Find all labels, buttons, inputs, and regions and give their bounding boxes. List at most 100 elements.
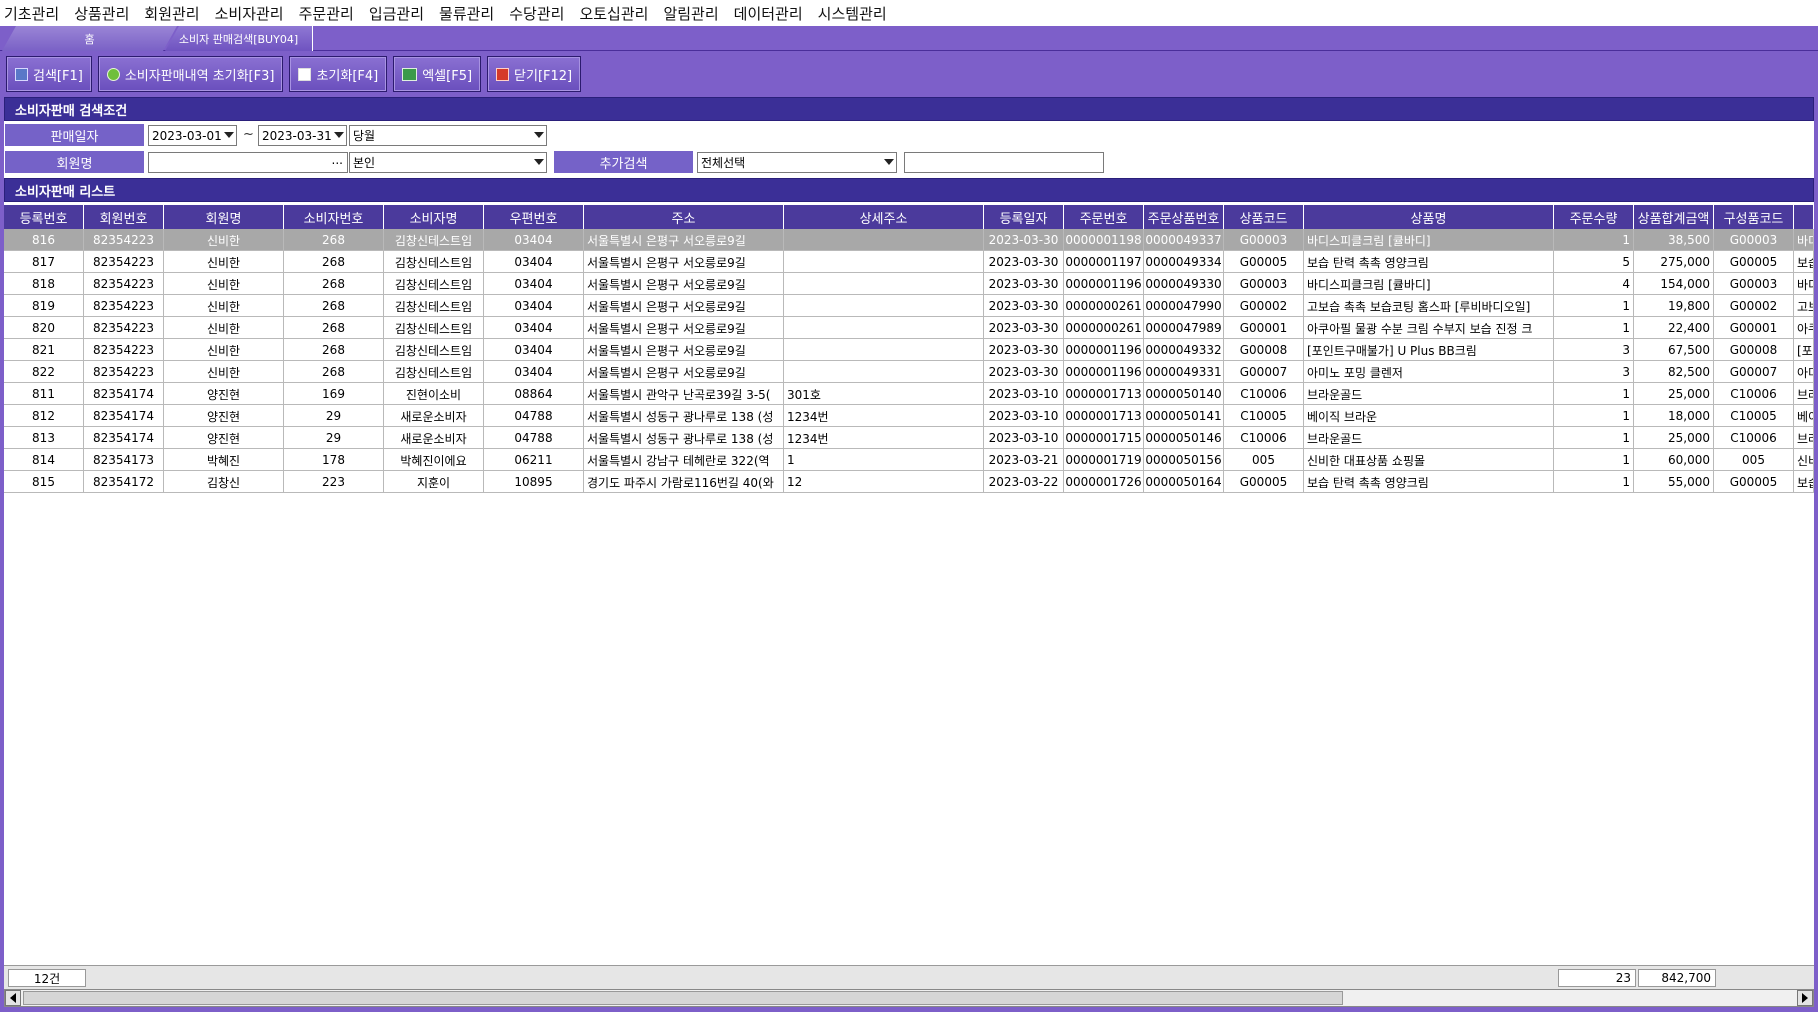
column-header[interactable]: 상품코드 <box>1224 205 1304 229</box>
table-row[interactable]: 819 82354223 신비한 268 김창신테스트임 03404 서울특별시 은평구 서… <box>4 295 1814 317</box>
table-cell: 신비한 <box>164 273 284 295</box>
column-header[interactable]: 주문상품번호 <box>1144 205 1224 229</box>
table-row[interactable]: 811 82354174 양진현 169 진현이소비 08864 서울특별시 관악구 난곡로… <box>4 383 1814 405</box>
close-button[interactable]: 닫기[F12] <box>487 56 582 92</box>
table-cell: 82354223 <box>84 317 164 339</box>
search-button[interactable]: 검색[F1] <box>6 56 92 92</box>
horizontal-scrollbar[interactable] <box>4 989 1814 1007</box>
menu-item[interactable]: 시스템관리 <box>818 3 887 24</box>
table-cell: 821 <box>4 339 84 361</box>
table-row[interactable]: 814 82354173 박혜진 178 박혜진이에요 06211 서울특별시 강남구 테헤… <box>4 449 1814 471</box>
column-header[interactable]: 등록일자 <box>984 205 1064 229</box>
table-cell <box>784 317 984 339</box>
chevron-down-icon[interactable] <box>334 132 344 138</box>
table-cell: G00008 <box>1714 339 1794 361</box>
table-cell: 82354223 <box>84 251 164 273</box>
column-header[interactable]: 주소 <box>584 205 784 229</box>
table-cell: 0000049334 <box>1144 251 1224 273</box>
column-header[interactable]: 구성품코드 <box>1714 205 1794 229</box>
column-header[interactable]: 소비자명 <box>384 205 484 229</box>
column-header[interactable]: 등록번호 <box>4 205 84 229</box>
menu-item[interactable]: 회원관리 <box>144 3 199 24</box>
column-header[interactable]: 우편번호 <box>484 205 584 229</box>
table-cell: 서울특별시 은평구 서오릉로9길 <box>584 317 784 339</box>
menu-item[interactable]: 수당관리 <box>509 3 564 24</box>
table-cell: 1 <box>1554 383 1634 405</box>
menu-item[interactable]: 기초관리 <box>4 3 59 24</box>
column-header[interactable]: 소비자번호 <box>284 205 384 229</box>
menu-bar: 기초관리 상품관리 회원관리 소비자관리 주문관리 입금관리 물류관리 수당관리 오토십관리 알림… <box>0 0 1818 26</box>
table-cell: 신비한 대표상품 쇼핑몰 <box>1304 449 1554 471</box>
frame-right-edge <box>1814 97 1818 1007</box>
table-cell: G00005 <box>1224 471 1304 493</box>
date-from-picker[interactable]: 2023-03-01 <box>148 125 237 146</box>
table-row[interactable]: 822 82354223 신비한 268 김창신테스트임 03404 서울특별시 은평구 서… <box>4 361 1814 383</box>
menu-item[interactable]: 입금관리 <box>369 3 424 24</box>
menu-item[interactable]: 데이터관리 <box>734 3 803 24</box>
table-cell <box>784 251 984 273</box>
menu-item[interactable]: 상품관리 <box>74 3 129 24</box>
scrollbar-thumb[interactable] <box>23 991 1343 1005</box>
table-row[interactable]: 816 82354223 신비한 268 김창신테스트임 03404 서울특별시 은평구 서… <box>4 229 1814 251</box>
table-cell: 서울특별시 은평구 서오릉로9길 <box>584 361 784 383</box>
menu-item[interactable]: 알림관리 <box>663 3 718 24</box>
table-row[interactable]: 820 82354223 신비한 268 김창신테스트임 03404 서울특별시 은평구 서… <box>4 317 1814 339</box>
chevron-down-icon[interactable] <box>884 159 894 165</box>
period-select[interactable]: 당월 <box>349 125 547 146</box>
table-cell <box>784 295 984 317</box>
extra-search-select[interactable]: 전체선택 <box>697 152 897 173</box>
scroll-right-button[interactable] <box>1797 990 1813 1006</box>
column-header[interactable]: 주문번호 <box>1064 205 1144 229</box>
table-cell: 815 <box>4 471 84 493</box>
column-header[interactable]: 상세주소 <box>784 205 984 229</box>
extra-search-input[interactable] <box>904 152 1104 173</box>
table-cell: 김창신 <box>164 471 284 493</box>
column-header[interactable]: 회원명 <box>164 205 284 229</box>
table-row[interactable]: 812 82354174 양진현 29 새로운소비자 04788 서울특별시 성동구 광나루… <box>4 405 1814 427</box>
column-header[interactable]: 상품명 <box>1304 205 1554 229</box>
table-cell: 0000049330 <box>1144 273 1224 295</box>
table-row[interactable]: 821 82354223 신비한 268 김창신테스트임 03404 서울특별시 은평구 서… <box>4 339 1814 361</box>
relation-select[interactable]: 본인 <box>349 152 547 173</box>
table-cell: 신비한 <box>164 295 284 317</box>
chevron-down-icon[interactable] <box>534 159 544 165</box>
menu-item[interactable]: 주문관리 <box>299 3 354 24</box>
table-cell: 새로운소비자 <box>384 405 484 427</box>
table-cell: 지훈이 <box>384 471 484 493</box>
table-cell: 보습 <box>1794 471 1814 493</box>
date-to-picker[interactable]: 2023-03-31 <box>258 125 347 146</box>
table-cell: G00002 <box>1224 295 1304 317</box>
column-header[interactable]: 회원번호 <box>84 205 164 229</box>
member-name-field[interactable]: ... <box>148 152 348 173</box>
table-cell: 2023-03-10 <box>984 427 1064 449</box>
menu-item[interactable]: 물류관리 <box>439 3 494 24</box>
table-cell: 82354173 <box>84 449 164 471</box>
chevron-down-icon[interactable] <box>224 132 234 138</box>
reset-button[interactable]: 초기화[F4] <box>289 56 388 92</box>
chevron-down-icon[interactable] <box>534 132 544 138</box>
excel-button[interactable]: 엑셀[F5] <box>393 56 482 92</box>
table-cell <box>784 361 984 383</box>
table-cell: C10006 <box>1714 427 1794 449</box>
table-cell: 82354223 <box>84 229 164 251</box>
column-header[interactable]: 주문수량 <box>1554 205 1634 229</box>
table-cell: 1 <box>784 449 984 471</box>
tab-consumer-sales-search[interactable]: 소비자 판매검색[BUY04] <box>165 26 313 51</box>
scroll-left-button[interactable] <box>5 990 21 1006</box>
member-lookup-button[interactable]: ... <box>332 153 343 167</box>
reset-sales-button[interactable]: 소비자판매내역 초기화[F3] <box>97 56 284 92</box>
search-button-label: 검색[F1] <box>33 68 83 84</box>
table-cell: 04788 <box>484 427 584 449</box>
table-row[interactable]: 813 82354174 양진현 29 새로운소비자 04788 서울특별시 성동구 광나루… <box>4 427 1814 449</box>
tab-home[interactable]: 홈 <box>2 26 177 51</box>
table-row[interactable]: 818 82354223 신비한 268 김창신테스트임 03404 서울특별시 은평구 서… <box>4 273 1814 295</box>
menu-item[interactable]: 오토십관리 <box>579 3 648 24</box>
table-row[interactable]: 817 82354223 신비한 268 김창신테스트임 03404 서울특별시 은평구 서… <box>4 251 1814 273</box>
table-cell <box>784 273 984 295</box>
menu-item[interactable]: 소비자관리 <box>215 3 284 24</box>
table-cell: 82354174 <box>84 405 164 427</box>
table-row[interactable]: 815 82354172 김창신 223 지훈이 10895 경기도 파주시 가람로116번… <box>4 471 1814 493</box>
table-cell: 브라운골드 <box>1304 383 1554 405</box>
column-header[interactable] <box>1794 205 1814 229</box>
column-header[interactable]: 상품합계금액 <box>1634 205 1714 229</box>
